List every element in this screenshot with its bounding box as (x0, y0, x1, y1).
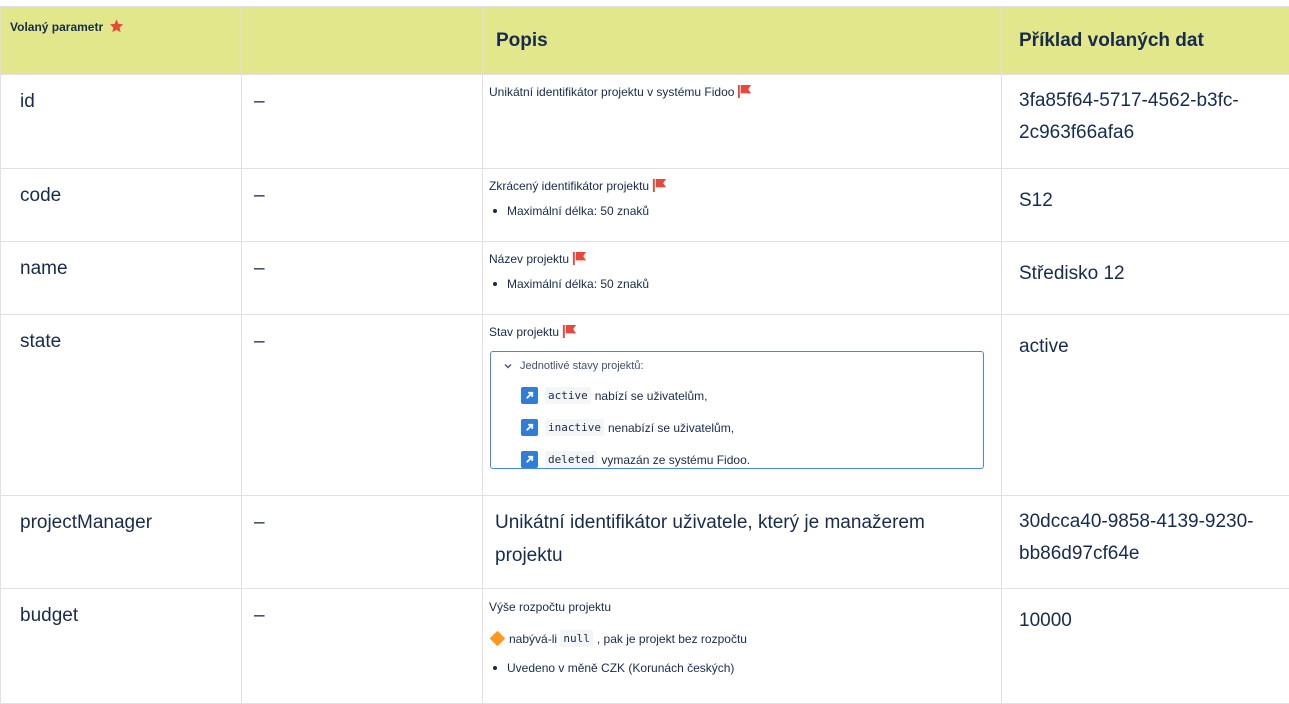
param-dash: – (242, 496, 483, 589)
param-desc: Zkrácený identifikátor projektu Maximáln… (483, 169, 1002, 242)
chevron-down-icon (503, 361, 513, 371)
desc-line: Stav projektu (489, 323, 988, 341)
bullet-text: Maximální délka: 50 znaků (507, 277, 649, 291)
desc-line: Unikátní identifikátor projektu v systém… (489, 83, 988, 101)
state-code: active (545, 387, 591, 404)
param-desc: Stav projektu Jednotlivé stavy projektů:… (483, 315, 1002, 496)
param-desc: Unikátní identifikátor projektu v systém… (483, 75, 1002, 169)
note-pre: nabývá-li (509, 632, 557, 646)
param-dash: – (242, 169, 483, 242)
header-param-label: Volaný parametr (10, 20, 103, 34)
param-name: state (1, 315, 242, 496)
param-desc: Unikátní identifikátor uživatele, který … (483, 496, 1002, 589)
desc-text: Unikátní identifikátor projektu v systém… (489, 85, 734, 99)
list-item: Maximální délka: 50 znaků (489, 204, 988, 218)
desc-text: Stav projektu (489, 325, 559, 339)
bullet-text: Uvedeno v měně CZK (Korunách českých) (507, 661, 734, 675)
header-desc: Popis (483, 7, 1002, 75)
note-post: , pak je projekt bez rozpočtu (597, 632, 747, 646)
state-text: nenabízí se uživatelům, (608, 421, 734, 435)
param-example: Středisko 12 (1002, 242, 1289, 315)
state-text: vymazán ze systému Fidoo. (601, 453, 750, 467)
param-dash: – (242, 589, 483, 704)
desc-text: Název projektu (489, 252, 569, 266)
flag-icon (562, 324, 577, 339)
param-example: 3fa85f64-5717-4562-b3fc-2c963f66afa6 (1002, 75, 1289, 169)
arrow-up-right-icon (521, 451, 538, 468)
star-icon (108, 18, 125, 34)
desc-text: Výše rozpočtu projektu (489, 598, 988, 616)
bullet-icon (493, 666, 497, 670)
param-name: projectManager (1, 496, 242, 589)
state-code: deleted (545, 451, 597, 468)
table-row: projectManager – Unikátní identifikátor … (1, 496, 1289, 589)
table-row: state – Stav projektu Jednotlivé stavy p… (1, 315, 1289, 496)
list-item: active nabízí se uživatelům, (521, 387, 983, 404)
param-desc: Název projektu Maximální délka: 50 znaků (483, 242, 1002, 315)
param-name: id (1, 75, 242, 169)
note: nabývá-li null , pak je projekt bez rozpo… (489, 630, 988, 647)
param-name: name (1, 242, 242, 315)
header-param: Volaný parametr (1, 7, 242, 75)
diamond-icon (490, 631, 506, 647)
states-expand-panel: Jednotlivé stavy projektů: active nabízí… (490, 351, 984, 469)
param-example: S12 (1002, 169, 1289, 242)
list-item: deleted vymazán ze systému Fidoo. (521, 451, 983, 468)
arrow-up-right-icon (521, 419, 538, 436)
expand-toggle[interactable]: Jednotlivé stavy projektů: (503, 360, 983, 372)
param-name: budget (1, 589, 242, 704)
desc-line: Název projektu (489, 250, 988, 268)
table-row: budget – Výše rozpočtu projektu nabývá-l… (1, 589, 1289, 704)
param-desc: Výše rozpočtu projektu nabývá-li null , p… (483, 589, 1002, 704)
param-example: 30dcca40-9858-4139-9230-bb86d97cf64e (1002, 496, 1289, 589)
note-code: null (560, 630, 593, 647)
table-row: id – Unikátní identifikátor projektu v s… (1, 75, 1289, 169)
bullet-icon (493, 209, 497, 213)
param-dash: – (242, 75, 483, 169)
table-row: name – Název projektu Maximální délka: 5… (1, 242, 1289, 315)
state-code: inactive (545, 419, 604, 436)
table-row: code – Zkrácený identifikátor projektu M… (1, 169, 1289, 242)
list-item: Maximální délka: 50 znaků (489, 277, 988, 291)
desc-line: Zkrácený identifikátor projektu (489, 177, 988, 195)
flag-icon (737, 84, 752, 99)
header-empty (242, 7, 483, 75)
list-item: inactive nenabízí se uživatelům, (521, 419, 983, 436)
header-row: Volaný parametr Popis Příklad volaných d… (1, 7, 1289, 75)
list-item: Uvedeno v měně CZK (Korunách českých) (489, 661, 988, 675)
state-text: nabízí se uživatelům, (595, 389, 708, 403)
expand-title-text: Jednotlivé stavy projektů: (520, 360, 644, 372)
flag-icon (652, 178, 667, 193)
desc-text: Zkrácený identifikátor projektu (489, 179, 649, 193)
param-dash: – (242, 242, 483, 315)
flag-icon (572, 251, 587, 266)
bullet-icon (493, 282, 497, 286)
bullet-text: Maximální délka: 50 znaků (507, 204, 649, 218)
parameters-table: Volaný parametr Popis Příklad volaných d… (0, 6, 1289, 704)
desc-text: Unikátní identifikátor uživatele, který … (483, 496, 1001, 572)
arrow-up-right-icon (521, 387, 538, 404)
header-example: Příklad volaných dat (1002, 7, 1289, 75)
param-example: 10000 (1002, 589, 1289, 704)
param-example: active (1002, 315, 1289, 496)
param-name: code (1, 169, 242, 242)
param-dash: – (242, 315, 483, 496)
